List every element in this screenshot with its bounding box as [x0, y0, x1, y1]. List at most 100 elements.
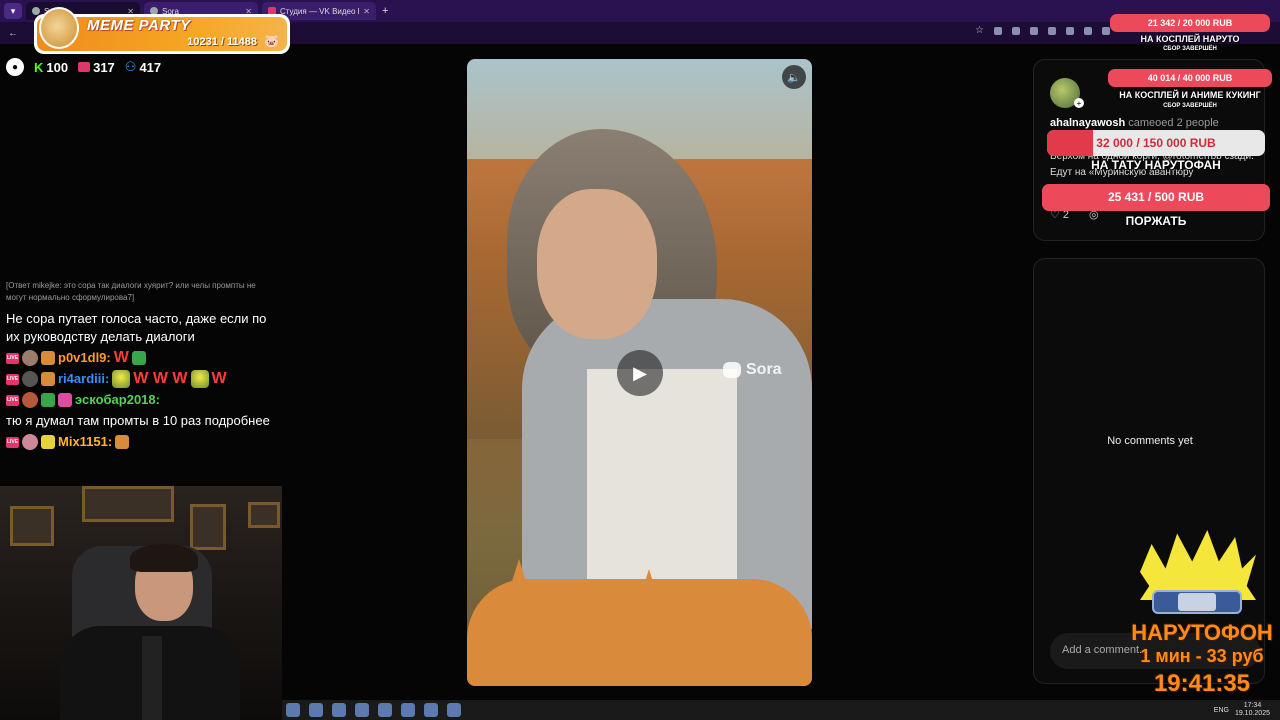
- streamer-hair: [130, 544, 198, 572]
- clock-date: 19.10.2025: [1234, 710, 1270, 717]
- goal-amount: 40 014 / 40 000 RUB: [1147, 73, 1233, 83]
- chat-text: W W W: [133, 370, 188, 387]
- viewers-count: 417: [139, 59, 162, 75]
- vk-live-icon: [78, 62, 91, 72]
- badge-icon: [41, 435, 55, 449]
- extensions-row: ☆: [975, 25, 1110, 36]
- emote-icon: [115, 435, 130, 449]
- star-badge-icon: [58, 393, 72, 407]
- viewer-stats: ● K 100 317 ⚇ 417: [6, 58, 161, 76]
- chat-nick[interactable]: p0v1dl9:: [58, 349, 111, 367]
- extension-icon[interactable]: [1066, 26, 1074, 35]
- video-person-shirt: [587, 369, 737, 589]
- app-icon[interactable]: [309, 703, 323, 717]
- app-icon[interactable]: [447, 703, 461, 717]
- taskbar: ENG 17:34 19.10.2025: [282, 700, 1280, 720]
- chat-nick[interactable]: эскобар2018:: [75, 391, 160, 409]
- pig-icon: 🐷: [264, 34, 279, 48]
- app-icon[interactable]: [424, 703, 438, 717]
- app-icon[interactable]: [286, 703, 300, 717]
- app-icon[interactable]: [401, 703, 415, 717]
- close-tab-icon[interactable]: ✕: [363, 7, 370, 16]
- wall-picture: [10, 506, 54, 546]
- meme-party-bar: MEME PARTY 10231 / 11488 🐷: [37, 7, 287, 51]
- badge-icon: [41, 351, 55, 365]
- minion-emote-icon: [112, 370, 131, 388]
- frog-emote-icon: [131, 351, 146, 365]
- chat-message: LIVE p0v1dl9: W: [6, 349, 278, 367]
- headband-plate-icon: [1178, 593, 1216, 611]
- viewers-stat: ⚇ 417: [125, 59, 161, 75]
- live-badge-icon: LIVE: [6, 394, 19, 406]
- minion-emote-icon: [190, 370, 209, 388]
- extension-icon[interactable]: [1048, 26, 1056, 35]
- live-badge-icon: LIVE: [6, 373, 19, 385]
- video-person-face: [537, 189, 657, 339]
- taskbar-apps: [286, 703, 461, 717]
- badge-icon: [41, 393, 55, 407]
- corgi: [467, 579, 812, 686]
- goal-amount: 21 342 / 20 000 RUB: [1147, 18, 1233, 28]
- watermark-label: Sora: [746, 361, 782, 378]
- wall-picture: [248, 502, 280, 528]
- post-username[interactable]: ahalnayawosh: [1050, 117, 1125, 129]
- bookmark-star-icon[interactable]: ☆: [975, 25, 984, 36]
- sora-logo-icon: [723, 362, 741, 378]
- donation-goal-bar: 21 342 / 20 000 RUB: [1110, 14, 1270, 32]
- microphone: [142, 636, 162, 720]
- clock[interactable]: 17:34 19.10.2025: [1235, 702, 1270, 718]
- chat-nick[interactable]: Mix1151:: [58, 433, 112, 451]
- chat-message: LIVE эскобар2018: тю я думал там промты …: [6, 391, 278, 430]
- goal-title: ПОРЖАТЬ: [1125, 214, 1187, 228]
- chat-nick[interactable]: ri4ardiii:: [58, 370, 109, 388]
- kick-count: 100: [46, 59, 69, 75]
- goal-fill: [1047, 130, 1094, 156]
- narutofon-timer: 19:41:35: [1153, 670, 1251, 697]
- extension-icon[interactable]: [1030, 26, 1038, 35]
- goal-amount: 32 000 / 150 000 RUB: [1096, 136, 1216, 150]
- avatar: [22, 392, 38, 408]
- meme-party-count: 10231 / 11488: [187, 36, 257, 48]
- narutofon-title: НАРУТОФОН: [1131, 620, 1273, 645]
- avatar: [22, 350, 38, 366]
- video-player[interactable]: 🔈 ▶ Sora: [467, 59, 812, 686]
- new-tab-button[interactable]: +: [382, 5, 388, 17]
- extension-icon[interactable]: [994, 26, 1002, 35]
- meme-party-widget: MEME PARTY 10231 / 11488 🐷: [34, 7, 290, 54]
- clock-time: 17:34: [1243, 702, 1262, 709]
- chat-message: LIVE Mix1151:: [6, 433, 278, 451]
- reply-context: [Ответ mikejke: это сора так диалоги хуя…: [6, 281, 256, 302]
- narutofon-rate: 1 мин - 33 руб: [1140, 646, 1264, 666]
- extension-icon[interactable]: [1012, 26, 1020, 35]
- language-indicator[interactable]: ENG: [1214, 707, 1229, 714]
- meme-party-title: MEME PARTY: [87, 17, 191, 34]
- goal-title: НА ТАТУ НАРУТОФАН: [1091, 158, 1221, 172]
- goal-title: НА КОСПЛЕЙ И АНИМЕ КУКИНГ: [1119, 90, 1261, 100]
- avatar: [22, 434, 38, 450]
- kick-icon: K: [34, 59, 44, 75]
- follow-plus-icon[interactable]: +: [1074, 98, 1084, 108]
- goal-status: СБОР ЗАВЕРШЁН: [1163, 103, 1217, 109]
- chat-text: тю я думал там промты в 10 раз подробнее: [6, 413, 270, 428]
- back-arrow-icon[interactable]: ←: [8, 28, 18, 39]
- wall-picture: [190, 504, 226, 550]
- app-icon[interactable]: [355, 703, 369, 717]
- app-icon[interactable]: [332, 703, 346, 717]
- extension-icon[interactable]: [1102, 26, 1110, 35]
- post-author: ahalnayawosh cameoed 2 people: [1050, 117, 1219, 129]
- doge-icon: [39, 7, 79, 49]
- play-button[interactable]: ▶: [617, 350, 663, 396]
- tab-menu-button[interactable]: ▾: [4, 3, 22, 19]
- extension-icon[interactable]: [1084, 26, 1092, 35]
- goal-amount: 25 431 / 500 RUB: [1107, 190, 1205, 204]
- chat-panel: [Ответ mikejke: это сора так диалоги хуя…: [6, 280, 278, 451]
- volume-icon[interactable]: 🔈: [782, 65, 806, 89]
- app-icon[interactable]: [378, 703, 392, 717]
- donation-goal-bar: 32 000 / 150 000 RUB: [1047, 130, 1265, 156]
- donation-goal-bar: 25 431 / 500 RUB: [1042, 184, 1270, 211]
- donation-goal-bar: 40 014 / 40 000 RUB: [1108, 69, 1272, 87]
- goal-status: СБОР ЗАВЕРШЁН: [1163, 46, 1217, 52]
- kick-stat: K 100: [34, 60, 68, 75]
- avatar: [22, 371, 38, 387]
- webcam-feed: [0, 486, 282, 720]
